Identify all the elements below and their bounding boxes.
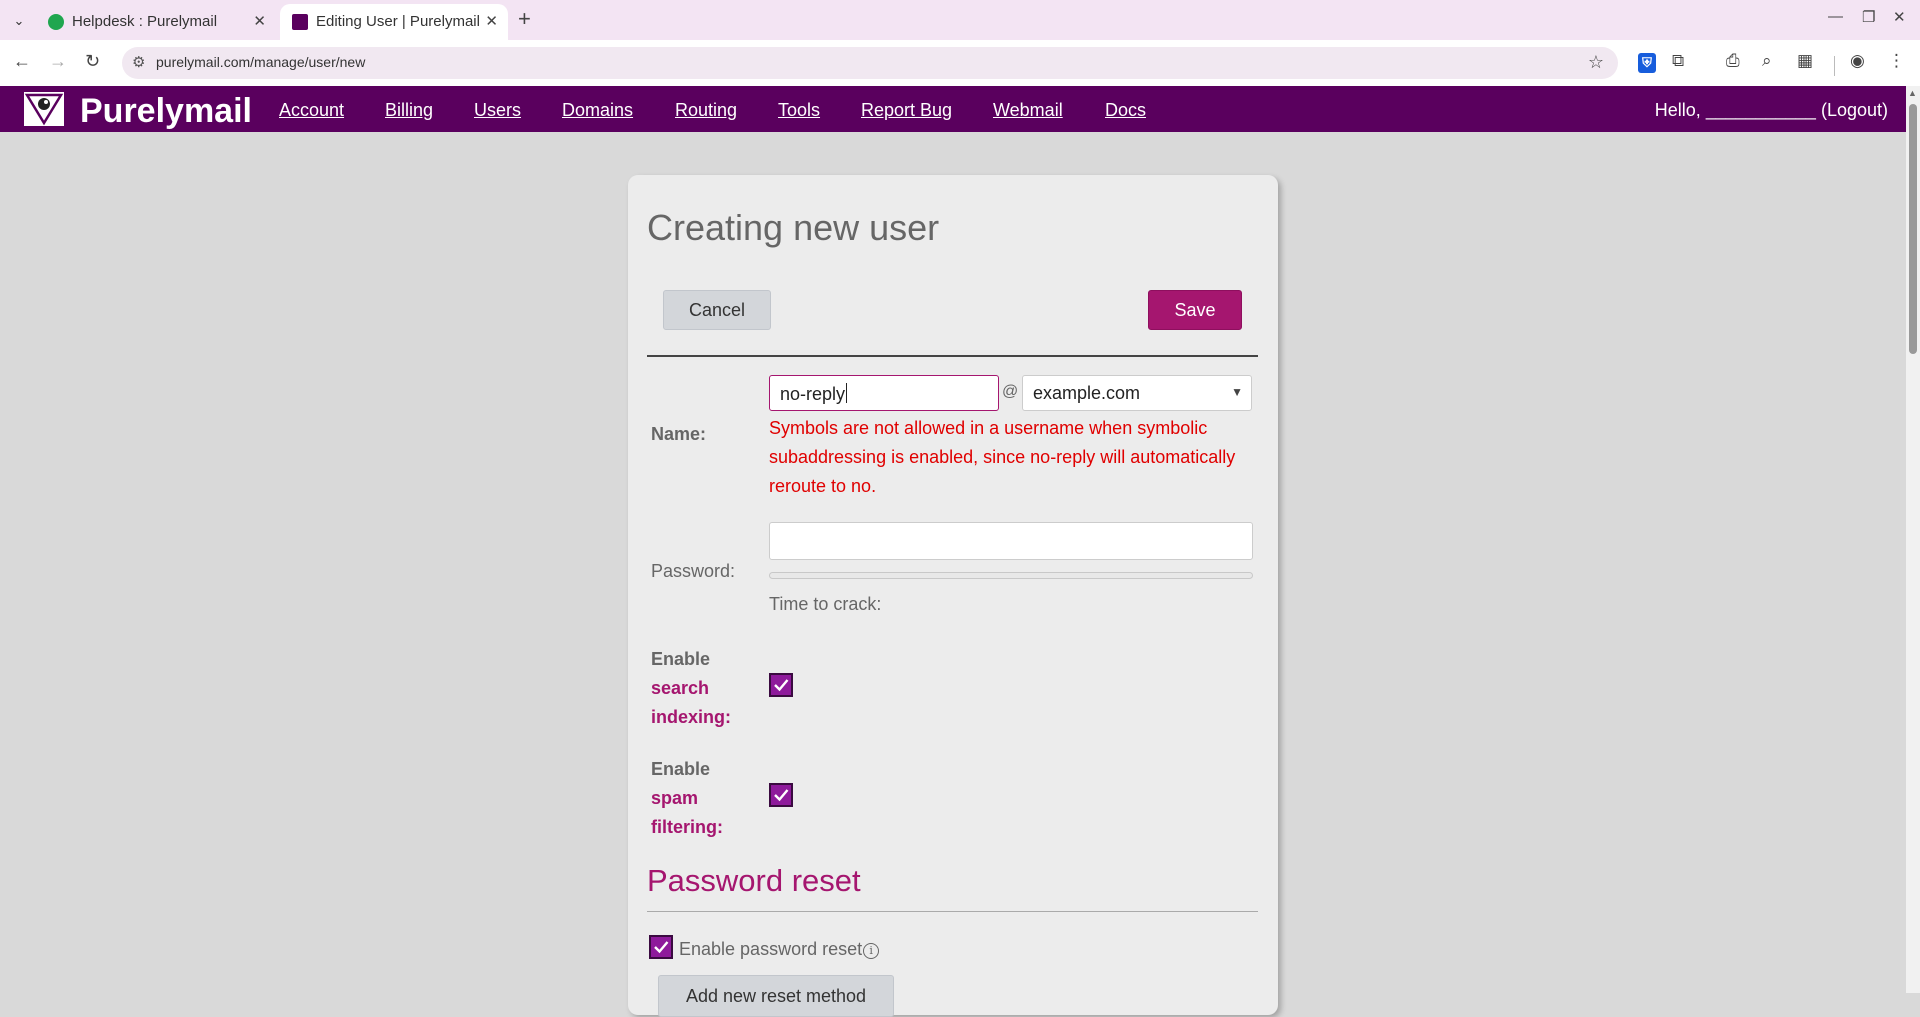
nav-docs[interactable]: Docs: [1105, 100, 1146, 121]
username-value: no-reply: [780, 384, 846, 404]
tab-title: Helpdesk : Purelymail: [72, 13, 218, 30]
scroll-up-arrow-icon[interactable]: ▲: [1908, 88, 1917, 98]
purelymail-favicon-icon: [292, 14, 308, 30]
search-indexing-label: Enable search indexing:: [651, 645, 731, 732]
header-divider: [647, 355, 1258, 357]
spam-filtering-label: Enable spam filtering:: [651, 755, 723, 842]
username-error-message: Symbols are not allowed in a username wh…: [769, 418, 1236, 496]
username-text: ___________: [1705, 100, 1816, 120]
checkmark-icon: [654, 941, 669, 954]
user-form-card: Creating new user Cancel Save Name: no-r…: [628, 175, 1278, 1017]
nav-routing[interactable]: Routing: [675, 100, 737, 121]
bookmark-star-icon[interactable]: ☆: [1588, 52, 1604, 73]
label-line: search: [651, 678, 710, 698]
more-menu-icon[interactable]: ⋮: [1888, 51, 1905, 71]
minimize-icon[interactable]: —: [1828, 8, 1843, 25]
qr-code-icon[interactable]: ▦: [1797, 51, 1813, 71]
greeting-text: Hello,: [1654, 100, 1701, 120]
close-tab-icon[interactable]: ✕: [485, 12, 498, 30]
enable-password-reset-text: Enable password reset: [679, 939, 863, 959]
close-window-icon[interactable]: ✕: [1893, 8, 1906, 26]
checkmark-icon: [774, 789, 789, 802]
tab-search-chevron-icon[interactable]: ⌄: [8, 10, 30, 32]
label-line: Enable: [651, 759, 711, 779]
username-input[interactable]: no-reply: [769, 375, 999, 411]
bitwarden-extension-icon[interactable]: ⛨: [1638, 53, 1656, 73]
dropdown-arrow-icon: ▼: [1231, 385, 1243, 399]
nav-domains[interactable]: Domains: [562, 100, 633, 121]
tab-helpdesk[interactable]: Helpdesk : Purelymail ✕: [36, 4, 276, 40]
nav-account[interactable]: Account: [279, 100, 344, 121]
checkmark-icon: [774, 679, 789, 692]
nav-report-bug[interactable]: Report Bug: [861, 100, 952, 121]
label-line: filtering:: [651, 817, 723, 837]
enable-password-reset-checkbox[interactable]: [649, 935, 673, 959]
cancel-button[interactable]: Cancel: [663, 290, 771, 330]
save-button[interactable]: Save: [1148, 290, 1242, 330]
profile-avatar-icon[interactable]: ◉: [1850, 51, 1865, 71]
password-label: Password:: [651, 561, 736, 581]
extensions-puzzle-icon[interactable]: ⧉: [1672, 51, 1684, 71]
user-greeting: Hello, ___________ (Logout): [1655, 100, 1888, 121]
text-caret: [846, 383, 848, 403]
nav-webmail[interactable]: Webmail: [993, 100, 1063, 121]
browser-tab-bar: ⌄ Helpdesk : Purelymail ✕ Editing User |…: [0, 0, 1920, 40]
site-header: Purelymail Account Billing Users Domains…: [0, 86, 1906, 132]
enable-password-reset-label: Enable password reset i: [679, 939, 880, 960]
logout-link[interactable]: (Logout): [1821, 100, 1888, 120]
label-line: Enable: [651, 649, 711, 669]
section-divider: [647, 911, 1258, 912]
domain-select[interactable]: example.com ▼: [1022, 375, 1252, 411]
site-info-icon[interactable]: ⚙: [132, 53, 145, 71]
time-to-crack-label: Time to crack:: [769, 594, 882, 614]
nav-users[interactable]: Users: [474, 100, 521, 121]
page-scrollbar[interactable]: ▲: [1906, 86, 1920, 993]
purelymail-logo-icon[interactable]: [24, 92, 64, 126]
print-icon[interactable]: ⎙: [1726, 51, 1740, 71]
at-sign: @: [1002, 383, 1019, 400]
password-reset-heading: Password reset: [647, 863, 861, 898]
nav-billing[interactable]: Billing: [385, 100, 433, 121]
new-tab-plus-icon[interactable]: +: [518, 6, 531, 32]
label-line: indexing:: [651, 707, 731, 727]
domain-value: example.com: [1033, 383, 1141, 403]
close-tab-icon[interactable]: ✕: [253, 12, 266, 30]
zoom-search-icon[interactable]: ⌕: [1762, 51, 1772, 71]
reload-icon[interactable]: ↻: [85, 51, 100, 72]
browser-toolbar: ← → ↻ ⚙ purelymail.com/manage/user/new ☆…: [0, 40, 1920, 86]
scrollbar-thumb[interactable]: [1909, 104, 1917, 354]
toolbar-divider: [1834, 56, 1835, 76]
back-arrow-icon[interactable]: ←: [13, 51, 31, 72]
brand-name[interactable]: Purelymail: [80, 92, 252, 131]
nav-tools[interactable]: Tools: [778, 100, 820, 121]
tab-editing-user[interactable]: Editing User | Purelymail ✕: [280, 4, 508, 40]
page-title: Creating new user: [647, 207, 940, 248]
info-icon[interactable]: i: [863, 943, 880, 959]
search-indexing-checkbox[interactable]: [769, 673, 793, 697]
label-line: spam: [651, 788, 699, 808]
restore-icon[interactable]: ❐: [1862, 8, 1875, 26]
spam-filtering-checkbox[interactable]: [769, 783, 793, 807]
url-text: purelymail.com/manage/user/new: [156, 54, 366, 70]
password-strength-meter: [769, 572, 1253, 579]
add-reset-method-button[interactable]: Add new reset method: [658, 975, 894, 1017]
name-label: Name:: [651, 424, 707, 444]
forward-arrow-icon[interactable]: →: [49, 51, 67, 72]
tab-title: Editing User | Purelymail: [316, 13, 480, 30]
address-bar[interactable]: ⚙ purelymail.com/manage/user/new ☆: [122, 47, 1618, 79]
password-input[interactable]: [769, 522, 1253, 560]
helpdesk-favicon-icon: [48, 14, 64, 30]
